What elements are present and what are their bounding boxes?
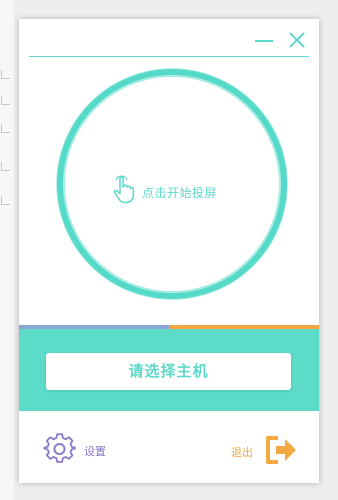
background-mark: [1, 196, 10, 205]
close-icon[interactable]: [286, 29, 308, 51]
background-page-edge: [0, 0, 14, 500]
logout-button[interactable]: 退出: [228, 435, 303, 467]
settings-button[interactable]: 设置: [43, 433, 123, 467]
background-mark: [1, 70, 10, 79]
exit-icon: [266, 436, 296, 464]
screen-cast-window: 点击开始投屏 请选择主机 设置 退出: [19, 19, 319, 483]
select-host-button[interactable]: 请选择主机: [46, 353, 291, 390]
hand-pointer-icon: [113, 175, 135, 204]
background-mark: [1, 162, 10, 171]
minimize-icon[interactable]: [253, 30, 275, 52]
logout-label: 退出: [231, 446, 253, 459]
gear-icon: [43, 433, 76, 463]
background-mark: [1, 124, 10, 133]
host-select-panel: 请选择主机: [19, 329, 319, 411]
start-cast-button[interactable]: 点击开始投屏: [57, 69, 287, 299]
settings-label: 设置: [84, 445, 106, 458]
title-divider: [29, 56, 309, 57]
title-bar: [19, 19, 319, 56]
start-cast-content: 点击开始投屏: [111, 175, 241, 207]
background-mark: [1, 96, 10, 105]
start-cast-label: 点击开始投屏: [142, 186, 218, 200]
